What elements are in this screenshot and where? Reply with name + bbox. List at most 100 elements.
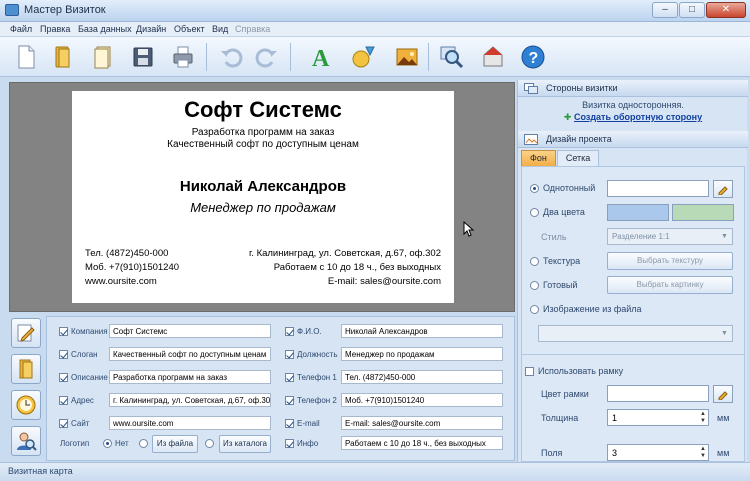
user-search-tab-icon[interactable]	[11, 426, 41, 456]
slogan-field[interactable]: Качественный софт по доступным ценам	[109, 347, 271, 361]
design-panel-header[interactable]: Дизайн проекта	[518, 131, 748, 148]
two-colors-option[interactable]: Два цвета	[530, 207, 585, 217]
card-fio[interactable]: Николай Александров	[72, 178, 454, 195]
one-color-swatch[interactable]	[607, 180, 709, 197]
slogan-checkbox[interactable]	[59, 349, 68, 359]
menu-view[interactable]: Вид	[212, 24, 228, 34]
tab-background[interactable]: Фон	[521, 150, 556, 166]
two-colors-radio[interactable]	[530, 207, 539, 217]
one-color-radio[interactable]	[530, 183, 539, 193]
phone2-checkbox[interactable]	[285, 395, 294, 405]
minimize-button[interactable]: –	[652, 2, 678, 18]
two-color-swatch-2[interactable]	[672, 204, 734, 221]
description-checkbox[interactable]	[59, 372, 68, 382]
fio-checkbox[interactable]	[285, 326, 294, 336]
phone1-checkbox[interactable]	[285, 372, 294, 382]
card-phone1[interactable]: Тел. (4872)450-000	[85, 248, 168, 259]
logo-none-option[interactable]: Нет	[103, 436, 129, 450]
share-icon[interactable]	[478, 42, 508, 72]
spin-arrows-icon[interactable]: ▲ ▼	[700, 411, 706, 425]
card-company[interactable]: Софт Системс	[72, 97, 454, 123]
maximize-button[interactable]: □	[679, 2, 705, 18]
info-field[interactable]: Работаем с 10 до 18 ч., без выходных	[341, 436, 503, 450]
sides-panel-header[interactable]: Стороны визитки	[518, 80, 748, 97]
create-back-side-link[interactable]: Создать оборотную сторону	[574, 112, 702, 122]
templates-icon[interactable]	[88, 42, 118, 72]
card-position[interactable]: Менеджер по продажам	[72, 200, 454, 215]
image-icon[interactable]	[392, 42, 422, 72]
menu-help[interactable]: Справка	[235, 24, 270, 34]
company-checkbox[interactable]	[59, 326, 68, 336]
zoom-icon[interactable]	[436, 42, 466, 72]
one-color-option[interactable]: Однотонный	[530, 183, 595, 193]
address-checkbox[interactable]	[59, 395, 68, 405]
spin-arrows-icon[interactable]: ▲ ▼	[700, 446, 706, 460]
image-file-option[interactable]: Изображение из файла	[530, 304, 642, 314]
eyedropper-icon[interactable]	[713, 180, 733, 198]
logo-none-radio[interactable]	[103, 438, 112, 448]
card-hours[interactable]: Работаем с 10 до 18 ч., без выходных	[274, 262, 441, 273]
fields-spinner[interactable]: 3 ▲ ▼	[607, 444, 709, 461]
address-field[interactable]: г. Калининград, ул. Советская, д.67, оф.…	[109, 393, 271, 407]
site-checkbox[interactable]	[59, 418, 68, 428]
frame-color-label: Цвет рамки	[541, 389, 589, 399]
logo-from-file-button[interactable]: Из файла	[152, 435, 198, 453]
logo-file-radio[interactable]	[139, 439, 148, 448]
clock-tab-icon[interactable]	[11, 390, 41, 420]
menu-object[interactable]: Объект	[174, 24, 205, 34]
ready-radio[interactable]	[530, 280, 539, 290]
use-frame-checkbox[interactable]	[525, 366, 534, 376]
texture-option[interactable]: Текстура	[530, 256, 580, 266]
card-slogan[interactable]: Разработка программ на заказ	[72, 127, 454, 138]
redo-icon[interactable]	[252, 42, 282, 72]
image-file-radio[interactable]	[530, 304, 539, 314]
print-icon[interactable]	[168, 42, 198, 72]
card-canvas[interactable]: Софт Системс Разработка программ на зака…	[9, 82, 515, 312]
email-field[interactable]: E-mail: sales@oursite.com	[341, 416, 503, 430]
tab-grid[interactable]: Сетка	[556, 150, 600, 166]
image-file-select[interactable]: ▼	[538, 325, 733, 342]
choose-texture-button[interactable]: Выбрать текстуру	[607, 252, 733, 270]
ready-option[interactable]: Готовый	[530, 280, 577, 290]
position-field[interactable]: Менеджер по продажам	[341, 347, 503, 361]
menu-design[interactable]: Дизайн	[136, 24, 166, 34]
frame-color-swatch[interactable]	[607, 385, 709, 402]
card-site[interactable]: www.oursite.com	[85, 276, 157, 287]
menu-file[interactable]: Файл	[10, 24, 32, 34]
company-field[interactable]: Софт Системс	[109, 324, 271, 338]
undo-icon[interactable]	[216, 42, 246, 72]
two-color-swatch-1[interactable]	[607, 204, 669, 221]
logo-from-catalog-button[interactable]: Из каталога	[219, 435, 271, 453]
fio-field[interactable]: Николай Александров	[341, 324, 503, 338]
phone1-field[interactable]: Тел. (4872)450-000	[341, 370, 503, 384]
text-icon[interactable]: A	[306, 42, 336, 72]
email-checkbox[interactable]	[285, 418, 294, 428]
shapes-icon[interactable]	[348, 42, 378, 72]
new-document-icon[interactable]	[11, 42, 41, 72]
texture-radio[interactable]	[530, 256, 539, 266]
position-checkbox[interactable]	[285, 349, 294, 359]
edit-text-tab-icon[interactable]	[11, 318, 41, 348]
business-card[interactable]: Софт Системс Разработка программ на зака…	[72, 91, 454, 303]
help-icon[interactable]: ?	[518, 42, 548, 72]
card-description[interactable]: Качественный софт по доступным ценам	[72, 139, 454, 150]
choose-picture-button[interactable]: Выбрать картинку	[607, 276, 733, 294]
logo-catalog-radio[interactable]	[205, 439, 214, 448]
open-folder-icon[interactable]	[48, 42, 78, 72]
description-field[interactable]: Разработка программ на заказ	[109, 370, 271, 384]
card-phone2[interactable]: Моб. +7(910)1501240	[85, 262, 179, 273]
save-icon[interactable]	[128, 42, 158, 72]
menu-edit[interactable]: Правка	[40, 24, 70, 34]
menu-database[interactable]: База данных	[78, 24, 132, 34]
database-tab-icon[interactable]	[11, 354, 41, 384]
thickness-spinner[interactable]: 1 ▲ ▼	[607, 409, 709, 426]
frame-eyedropper-icon[interactable]	[713, 385, 733, 403]
info-checkbox[interactable]	[285, 438, 294, 448]
use-frame-option[interactable]: Использовать рамку	[525, 366, 623, 376]
style-select[interactable]: Разделение 1:1 ▼	[607, 228, 733, 245]
card-address[interactable]: г. Калининград, ул. Советская, д.67, оф.…	[249, 248, 441, 259]
card-email[interactable]: E-mail: sales@oursite.com	[328, 276, 441, 287]
close-button[interactable]: ✕	[706, 2, 746, 18]
site-field[interactable]: www.oursite.com	[109, 416, 271, 430]
phone2-field[interactable]: Моб. +7(910)1501240	[341, 393, 503, 407]
